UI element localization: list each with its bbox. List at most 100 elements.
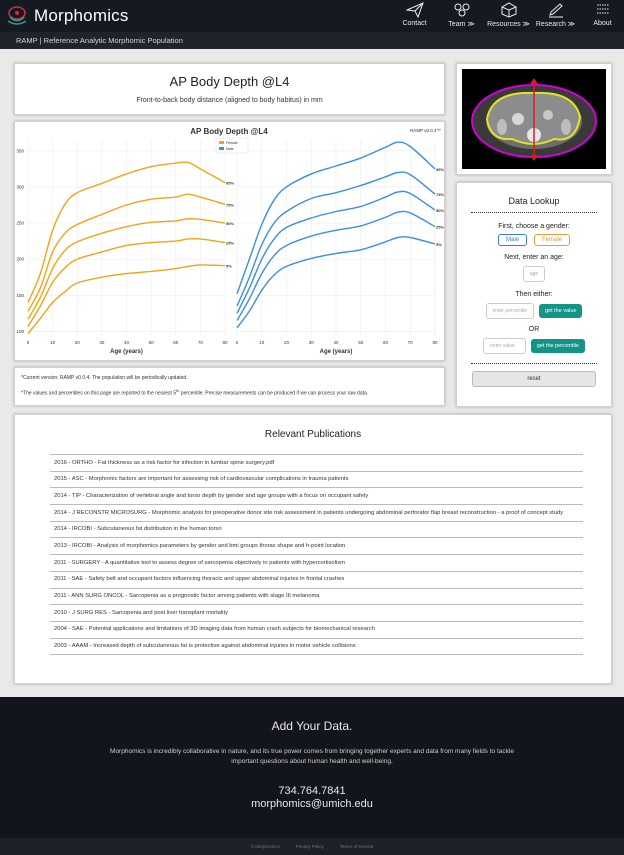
publication-link[interactable]: 2015 - ASC - Morphomic factors are impor…	[50, 472, 583, 489]
percentile-chart: AP Body Depth @L4 RAMP v0.0.4™10015020025…	[16, 127, 444, 355]
brand-name: Morphomics	[34, 6, 129, 25]
nav-resources-label: Resources ≫	[487, 21, 530, 28]
legend-swatch-male	[219, 147, 224, 150]
chart-title: AP Body Depth @L4	[190, 127, 268, 136]
nav-about-label: About	[593, 20, 612, 27]
percentile-input[interactable]: enter percentile	[485, 303, 534, 319]
percentile-note: *The values and percentiles on this page…	[21, 388, 369, 397]
morphomics-logo-icon	[7, 6, 27, 25]
terms-link[interactable]: Terms of Service	[340, 844, 374, 849]
publication-link[interactable]: 2014 - TIP - Characterization of vertebr…	[50, 488, 583, 506]
x-tick-label: 10	[259, 340, 265, 345]
x-tick-label: 30	[99, 340, 105, 345]
top-navbar: Morphomics Contact Team ≫ Resources ≫ Re…	[0, 0, 624, 32]
nav-research[interactable]: Research ≫	[534, 2, 577, 28]
nav-resources[interactable]: Resources ≫	[487, 2, 530, 28]
y-tick-label: 350	[16, 148, 24, 153]
page-subtitle: Front-to-back body distance (aligned to …	[136, 97, 323, 104]
nav-about[interactable]: About	[581, 2, 624, 28]
publications-list: 2016 - ORTHO - Fat thickness as a risk f…	[50, 454, 583, 656]
footer-heading: Add Your Data.	[271, 719, 353, 733]
email-link[interactable]: morphomics@umich.edu	[0, 798, 624, 810]
title-panel: AP Body Depth @L4 Front-to-back body dis…	[14, 63, 445, 115]
pencil-icon	[548, 3, 563, 18]
either-label: Then either:	[515, 291, 553, 298]
phone-link[interactable]: 734.764.7841	[0, 785, 624, 797]
paper-plane-icon	[405, 2, 424, 18]
list-icon	[596, 4, 609, 14]
box-icon	[501, 2, 516, 18]
female-percentile-label: 25%	[226, 241, 234, 246]
x-tick-label: 70	[408, 340, 414, 345]
chart-version-label: RAMP v0.0.4™	[410, 128, 441, 133]
nav-research-label: Research ≫	[535, 21, 576, 28]
x-tick-label: 40	[124, 340, 130, 345]
male-percentile-label: 50%	[436, 208, 444, 213]
age-prompt: Next, enter an age:	[504, 254, 564, 261]
data-lookup-panel: Data Lookup First, choose a gender: Male…	[456, 182, 612, 407]
x-tick-label: 60	[173, 340, 179, 345]
nav-contact[interactable]: Contact	[393, 2, 436, 28]
male-percentile-label: 5%	[436, 242, 442, 247]
publication-link[interactable]: 2010 - J SURG RES - Sarcopenia and post …	[50, 605, 583, 622]
x-tick-label: 30	[309, 340, 315, 345]
publication-link[interactable]: 2014 - IRCOBI - Subcutaneous fat distrib…	[50, 522, 583, 539]
publication-link[interactable]: 2011 - SURGERY - A quantitative tool to …	[50, 555, 583, 572]
footer-bottom-bar: © Morphomics Privacy Policy Terms of Ser…	[0, 838, 624, 855]
publication-link[interactable]: 2003 - AAAM - Increased depth of subcuta…	[50, 639, 583, 656]
get-value-button[interactable]: get the value	[538, 304, 583, 318]
x-tick-label: 60	[383, 340, 389, 345]
or-label: OR	[528, 326, 540, 333]
legend-label-male: Male	[226, 147, 234, 151]
y-tick-label: 200	[16, 257, 24, 262]
privacy-link[interactable]: Privacy Policy	[296, 844, 324, 849]
y-tick-label: 250	[16, 221, 24, 226]
gender-prompt: First, choose a gender:	[498, 223, 570, 230]
brand-logo[interactable]: Morphomics	[6, 6, 129, 26]
male-percentile-label: 75%	[436, 192, 444, 197]
publication-link[interactable]: 2013 - IRCOBI - Analysis of morphomics p…	[50, 538, 583, 556]
y-tick-label: 300	[16, 184, 24, 189]
page-title: AP Body Depth @L4	[169, 74, 290, 89]
x-tick-label: 40	[333, 340, 339, 345]
footer: Add Your Data. Morphomics is incredibly …	[0, 697, 624, 855]
female-button[interactable]: Female	[534, 234, 571, 246]
male-percentile-label: 95%	[436, 167, 444, 172]
get-percentile-button[interactable]: get the percentile	[530, 339, 585, 353]
divider	[471, 212, 597, 213]
footer-blurb: Morphomics is incredibly collaborative i…	[110, 748, 514, 766]
reset-button[interactable]: reset	[472, 371, 596, 387]
legend-label-female: Female	[226, 141, 238, 145]
x-tick-label: 20	[75, 340, 81, 345]
main-nav: Contact Team ≫ Resources ≫ Research ≫ Ab…	[389, 2, 624, 28]
x-axis-label: Age (years)	[110, 349, 143, 355]
x-tick-label: 0	[27, 340, 30, 345]
publication-link[interactable]: 2011 - SAE - Safety belt and occupant fa…	[50, 572, 583, 589]
x-tick-label: 80	[222, 340, 228, 345]
y-tick-label: 100	[16, 329, 24, 334]
divider	[471, 363, 597, 364]
value-input[interactable]: enter value	[483, 338, 526, 354]
female-percentile-label: 95%	[226, 181, 234, 186]
x-tick-label: 70	[198, 340, 204, 345]
notes-panel: *Current version: RAMP v0.0.4. The popul…	[14, 367, 445, 406]
nav-team[interactable]: Team ≫	[440, 2, 483, 28]
publication-link[interactable]: 2014 - J RECONSTR MICROSURG - Morphomic …	[50, 505, 583, 522]
version-note: *Current version: RAMP v0.0.4. The popul…	[21, 375, 188, 381]
x-tick-label: 50	[358, 340, 364, 345]
lookup-title: Data Lookup	[508, 196, 560, 206]
nav-team-label: Team ≫	[448, 21, 475, 28]
legend-swatch-female	[219, 141, 224, 144]
ct-scan-image	[462, 69, 606, 169]
publication-link[interactable]: 2016 - ORTHO - Fat thickness as a risk f…	[50, 454, 583, 472]
male-button[interactable]: Male	[497, 234, 527, 246]
x-tick-label: 20	[284, 340, 290, 345]
female-percentile-label: 5%	[226, 264, 232, 269]
copyright: © Morphomics	[250, 844, 280, 849]
age-input[interactable]: age	[522, 266, 546, 282]
publication-link[interactable]: 2004 - SAE - Potential applications and …	[50, 622, 583, 639]
ct-image-panel	[456, 63, 612, 175]
nav-contact-label: Contact	[402, 20, 427, 27]
publication-link[interactable]: 2011 - ANN SURG ONCOL - Sarcopenia as a …	[50, 589, 583, 606]
team-icon	[454, 3, 469, 17]
